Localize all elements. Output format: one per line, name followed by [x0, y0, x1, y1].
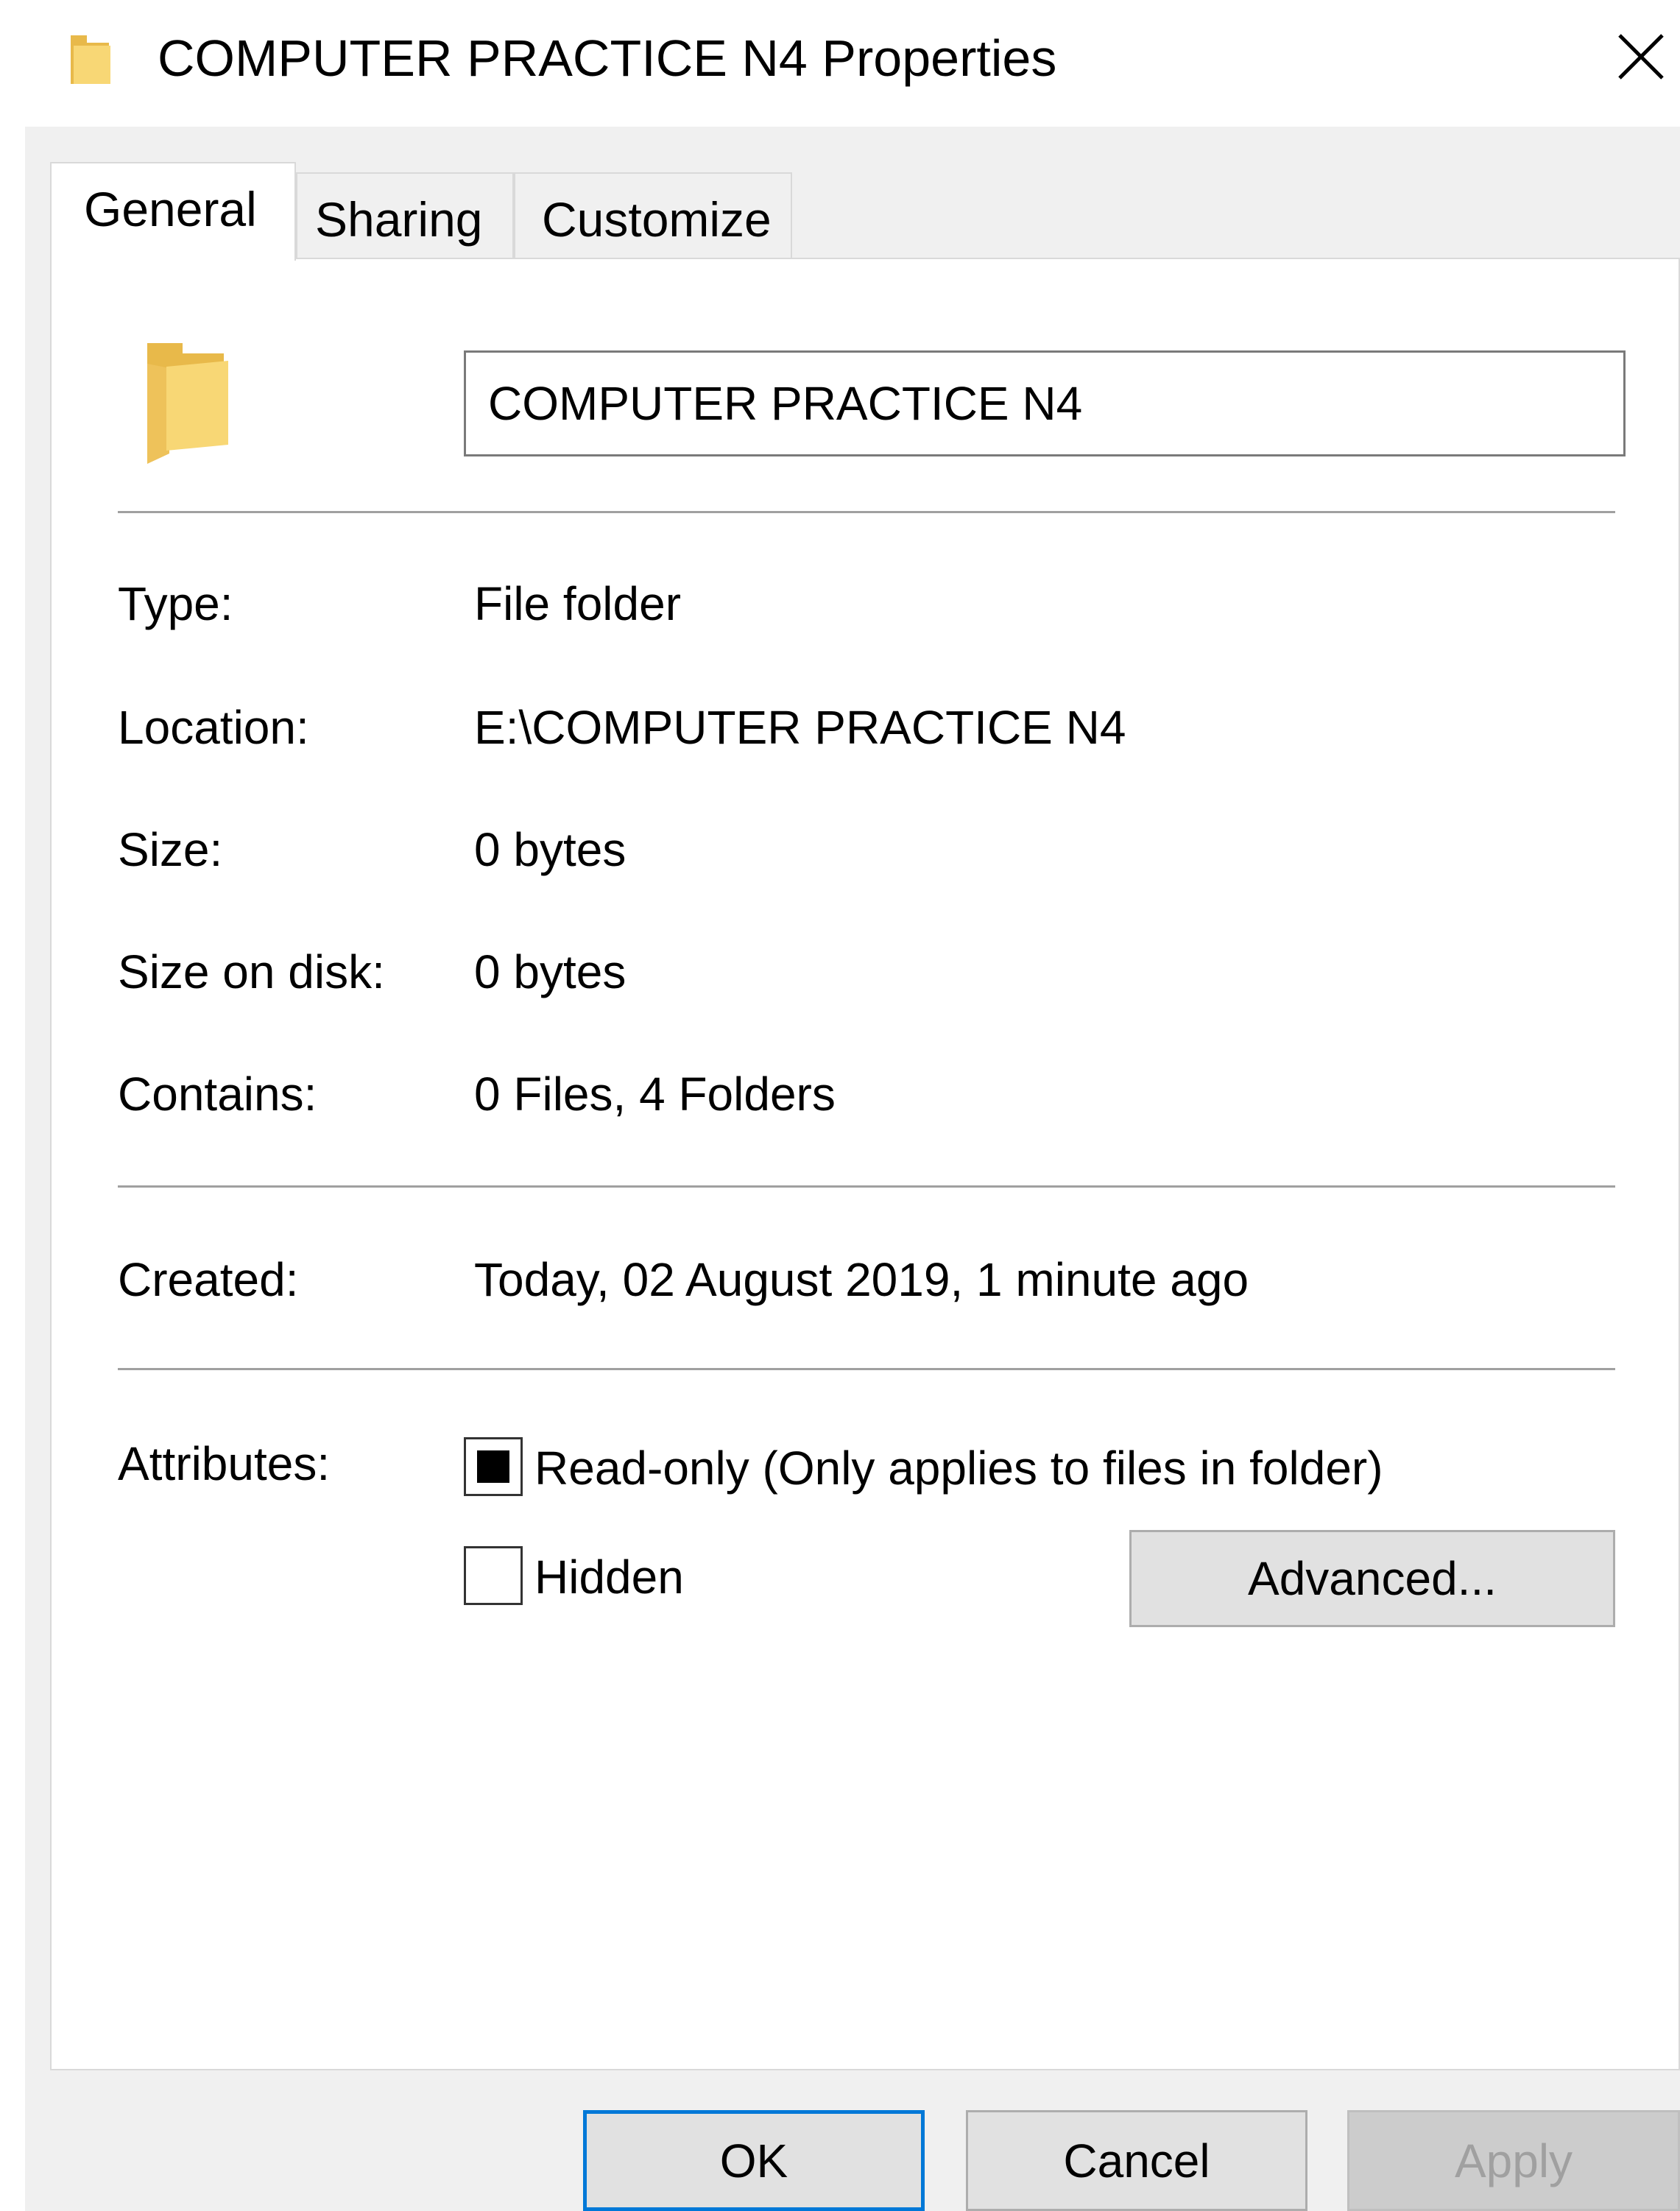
- size-value: 0 bytes: [474, 823, 627, 876]
- tab-general[interactable]: General: [50, 162, 296, 261]
- advanced-button[interactable]: Advanced...: [1129, 1530, 1615, 1627]
- readonly-checkbox[interactable]: [464, 1437, 523, 1496]
- properties-window: COMPUTER PRACTICE N4 Properties General …: [0, 0, 1680, 2211]
- created-label: Created:: [118, 1253, 299, 1306]
- close-icon: [1615, 31, 1667, 86]
- title-bar[interactable]: COMPUTER PRACTICE N4 Properties: [0, 0, 1680, 125]
- folder-icon: [140, 334, 233, 467]
- size-on-disk-value: 0 bytes: [474, 945, 627, 998]
- apply-button[interactable]: Apply: [1347, 2110, 1680, 2211]
- tab-sharing[interactable]: Sharing: [296, 172, 514, 259]
- type-value: File folder: [474, 577, 681, 630]
- folder-name-input[interactable]: [464, 350, 1626, 456]
- attributes-label: Attributes:: [118, 1437, 331, 1490]
- type-label: Type:: [118, 577, 233, 630]
- size-on-disk-label: Size on disk:: [118, 945, 385, 998]
- cancel-button[interactable]: Cancel: [966, 2110, 1307, 2211]
- window-title: COMPUTER PRACTICE N4 Properties: [158, 29, 1057, 87]
- general-tab-panel: [50, 258, 1680, 2070]
- contains-label: Contains:: [118, 1068, 317, 1121]
- readonly-label[interactable]: Read-only (Only applies to files in fold…: [534, 1439, 1383, 1498]
- hidden-label[interactable]: Hidden: [534, 1548, 684, 1607]
- contains-value: 0 Files, 4 Folders: [474, 1068, 836, 1121]
- created-value: Today, 02 August 2019, 1 minute ago: [474, 1253, 1249, 1306]
- divider: [118, 1185, 1615, 1188]
- folder-icon: [65, 32, 116, 87]
- close-button[interactable]: [1602, 18, 1680, 99]
- size-label: Size:: [118, 823, 223, 876]
- hidden-checkbox[interactable]: [464, 1546, 523, 1605]
- location-label: Location:: [118, 701, 309, 754]
- divider: [118, 511, 1615, 513]
- location-value: E:\COMPUTER PRACTICE N4: [474, 701, 1126, 754]
- tab-customize[interactable]: Customize: [514, 172, 792, 259]
- indeterminate-mark: [477, 1450, 509, 1483]
- divider: [118, 1368, 1615, 1370]
- ok-button[interactable]: OK: [583, 2110, 925, 2211]
